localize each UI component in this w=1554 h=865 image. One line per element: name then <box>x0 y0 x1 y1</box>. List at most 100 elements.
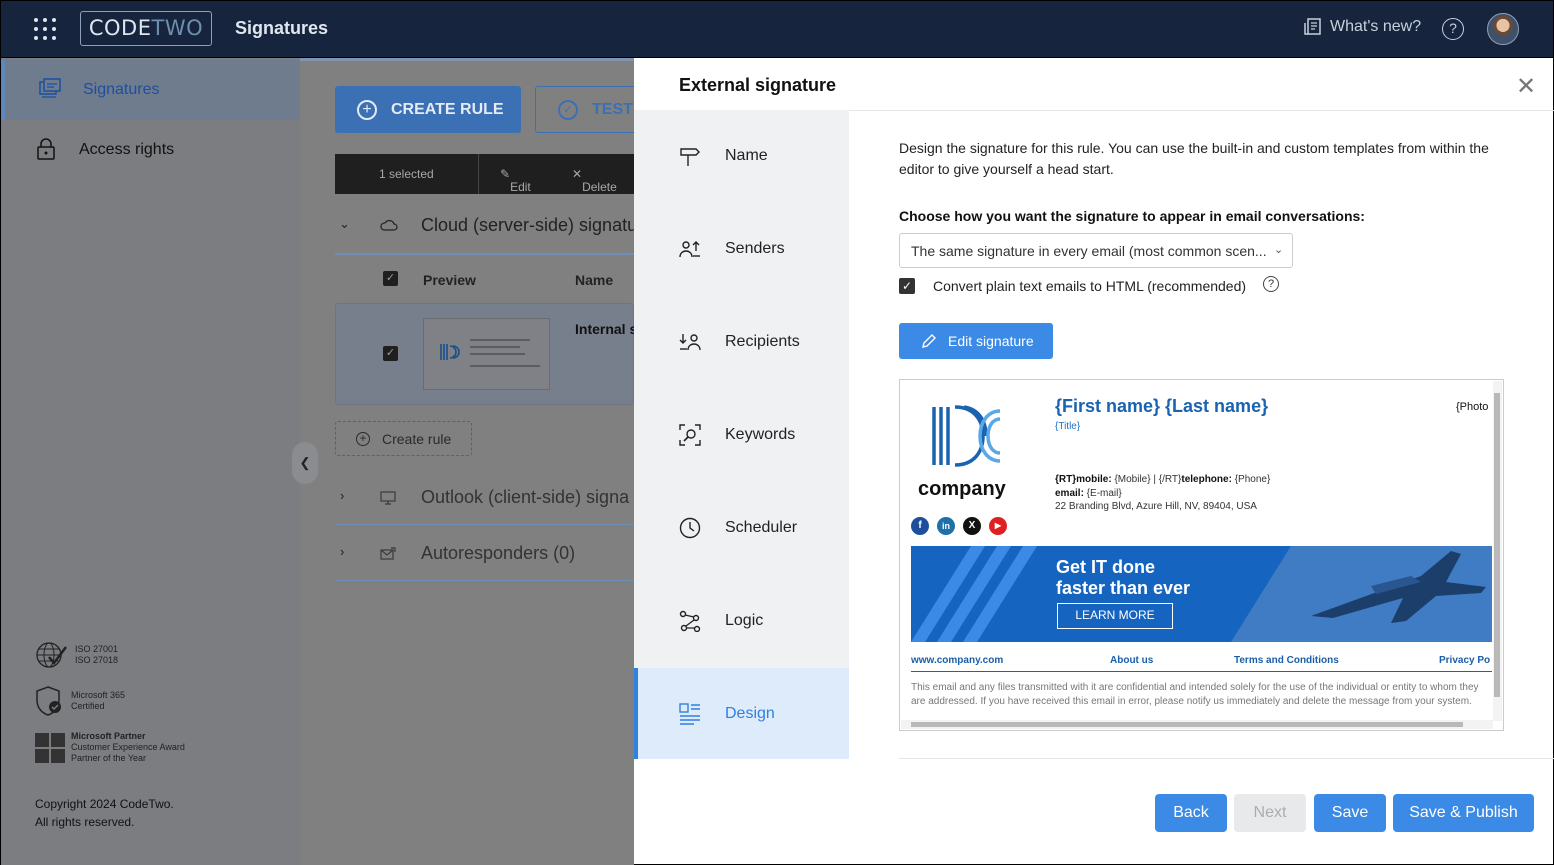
user-avatar[interactable] <box>1487 13 1519 45</box>
learn-more-button[interactable]: LEARN MORE <box>1057 603 1173 629</box>
promo-banner[interactable] <box>911 546 1492 642</box>
toolbar-edit-label: Edit <box>510 180 531 194</box>
design-icon <box>679 703 700 725</box>
check-circle-icon: ✓ <box>558 99 578 120</box>
microsoft-logo-icon <box>35 732 65 763</box>
chevron-right-icon: › <box>340 544 345 559</box>
save-publish-button[interactable]: Save & Publish <box>1393 794 1534 832</box>
group-label: Cloud (server-side) signatu <box>421 215 638 235</box>
toolbar-delete-button[interactable]: ✕ Delete <box>572 167 617 194</box>
next-button[interactable]: Next <box>1234 794 1306 832</box>
monitor-icon <box>380 491 396 505</box>
sidebar-item-access-rights[interactable]: Access rights <box>1 120 300 180</box>
mobile-value: {Mobile} | {/RT} <box>1111 474 1182 485</box>
codetwo-logo: CODETWO <box>80 11 212 46</box>
group-divider <box>335 580 634 581</box>
company-logo <box>932 405 1001 467</box>
back-button[interactable]: Back <box>1155 794 1227 832</box>
lock-icon <box>37 138 55 160</box>
preview-vertical-scrollbar[interactable] <box>1493 381 1502 721</box>
group-label: Autoresponders (0) <box>421 543 576 563</box>
nav-label: Name <box>725 146 768 164</box>
nav-label: Keywords <box>725 425 796 443</box>
link-privacy[interactable]: Privacy Po <box>1439 655 1490 666</box>
whats-new-label: What's new? <box>1330 18 1422 35</box>
test-button[interactable]: ✓ TEST <box>535 86 645 133</box>
group-divider <box>335 253 634 255</box>
toolbar-delete-label: Delete <box>582 180 617 194</box>
facebook-icon[interactable]: f <box>911 517 929 535</box>
whats-new-link[interactable]: What's new? <box>1304 18 1421 36</box>
plus-circle-icon: + <box>356 431 370 446</box>
banner-headline: Get IT done faster than ever <box>1056 557 1190 599</box>
close-icon[interactable]: ✕ <box>1516 75 1536 99</box>
clock-icon <box>679 517 701 539</box>
nav-senders[interactable]: Senders <box>634 203 849 294</box>
help-icon[interactable]: ? <box>1263 276 1279 292</box>
app-launcher-icon[interactable] <box>34 18 56 40</box>
cert-line: Certified <box>71 701 105 711</box>
row-checkbox[interactable]: ✓ <box>383 346 398 361</box>
nav-logic[interactable]: Logic <box>634 575 849 666</box>
panel-title: External signature <box>679 75 837 95</box>
appearance-label: Choose how you want the signature to app… <box>899 208 1365 224</box>
nav-keywords[interactable]: Keywords <box>634 389 849 480</box>
nav-label: Recipients <box>725 332 800 350</box>
nav-name[interactable]: Name <box>634 110 849 201</box>
save-button[interactable]: Save <box>1314 794 1386 832</box>
x-icon[interactable]: X <box>963 517 981 535</box>
edit-signature-label: Edit signature <box>948 333 1034 349</box>
news-icon <box>1304 18 1321 35</box>
select-all-checkbox[interactable]: ✓ <box>383 271 398 286</box>
sidebar-item-label: Access rights <box>79 141 175 158</box>
nav-recipients[interactable]: Recipients <box>634 296 849 387</box>
signatures-icon <box>39 78 61 98</box>
sidebar-item-label: Signatures <box>83 81 160 98</box>
preview-horizontal-scrollbar[interactable] <box>901 720 1493 729</box>
cert-line: ISO 27018 <box>75 655 119 665</box>
nav-design[interactable]: Design <box>634 668 849 759</box>
edit-signature-button[interactable]: Edit signature <box>899 323 1053 359</box>
help-icon[interactable]: ? <box>1442 18 1464 40</box>
nav-label: Scheduler <box>725 518 798 536</box>
signature-title: {Title} <box>1055 421 1081 432</box>
appearance-select[interactable]: The same signature in every email (most … <box>899 233 1293 268</box>
collapse-sidebar-button[interactable]: ❮ <box>292 442 318 484</box>
banner-graphic <box>911 546 1492 642</box>
create-rule-inline-label: Create rule <box>382 430 452 447</box>
company-wordmark: company <box>918 478 1006 500</box>
linkedin-icon[interactable]: in <box>937 517 955 535</box>
content-divider <box>849 110 1554 111</box>
signpost-icon <box>680 148 700 166</box>
cert-line: Partner of the Year <box>71 753 147 763</box>
cert-line: Microsoft Partner <box>71 731 146 741</box>
keywords-icon <box>679 424 701 446</box>
youtube-icon[interactable]: ▶ <box>989 517 1007 535</box>
link-about[interactable]: About us <box>1110 655 1153 666</box>
signature-name: {First name} {Last name} <box>1055 396 1269 416</box>
sidebar-item-signatures[interactable]: Signatures <box>1 60 300 120</box>
cloud-icon <box>380 220 398 231</box>
create-rule-button[interactable]: + CREATE RULE <box>335 86 521 133</box>
mobile-key: {RT}mobile: <box>1055 474 1112 485</box>
copyright: Copyright 2024 CodeTwo. All rights reserv… <box>35 795 174 831</box>
selected-count: 1 selected <box>379 167 434 181</box>
create-rule-inline-button[interactable]: + Create rule <box>335 421 472 456</box>
chevron-down-icon: ⌄ <box>1274 244 1284 256</box>
copyright-line: Copyright 2024 CodeTwo. <box>35 797 174 811</box>
link-terms[interactable]: Terms and Conditions <box>1234 655 1339 666</box>
group-divider <box>335 524 634 525</box>
toolbar-edit-button[interactable]: ✎ Edit <box>500 167 531 194</box>
link-website[interactable]: www.company.com <box>911 655 1003 666</box>
create-rule-label: CREATE RULE <box>391 100 504 118</box>
cert-line: Customer Experience Award <box>71 742 185 752</box>
convert-html-checkbox[interactable]: ✓ <box>899 278 915 294</box>
telephone-value: {Phone} <box>1231 474 1271 485</box>
nav-scheduler[interactable]: Scheduler <box>634 482 849 573</box>
signature-contact: {RT}mobile: {Mobile} | {/RT}telephone: {… <box>1055 473 1270 514</box>
plus-circle-icon: + <box>357 99 377 120</box>
cert-line: Microsoft 365 <box>71 690 126 700</box>
m365-cert-badge: Microsoft 365 Certified <box>35 685 125 717</box>
shield-check-icon <box>36 686 61 716</box>
contact-line-email: email: {E-mail} <box>1055 487 1270 501</box>
